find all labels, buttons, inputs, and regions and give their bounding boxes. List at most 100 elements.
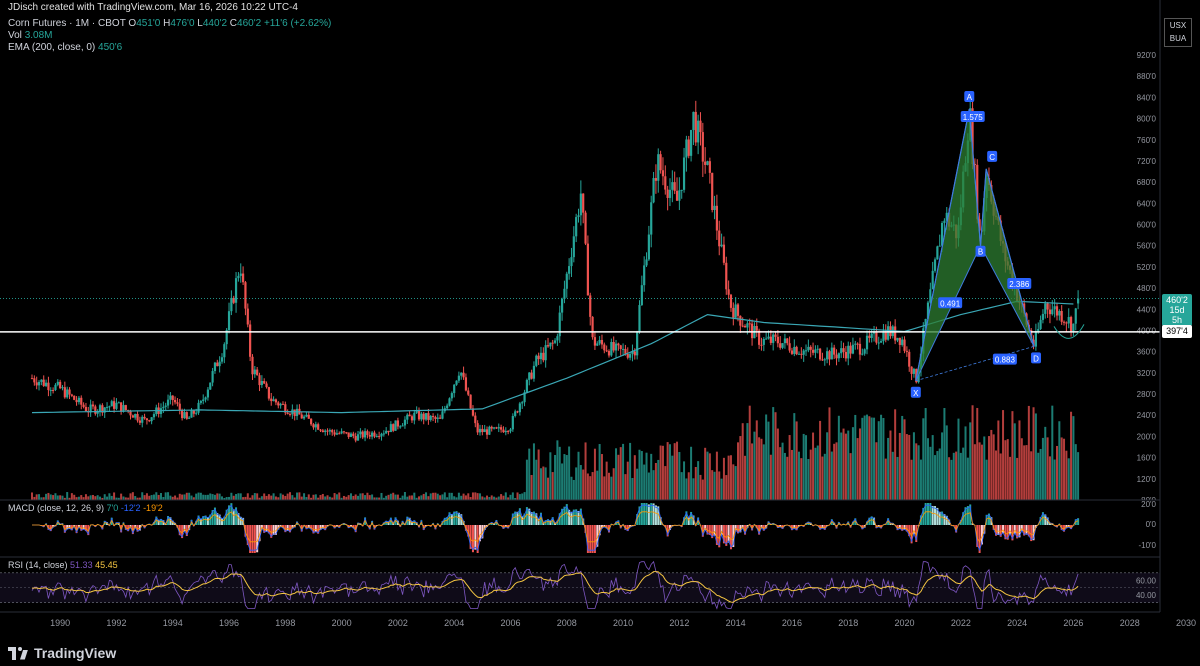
candle-body <box>117 402 120 404</box>
brand-name: TradingView <box>34 645 117 661</box>
candle-body <box>359 431 362 435</box>
candle-body <box>790 350 794 354</box>
candle-body <box>91 404 95 407</box>
volume-bar <box>425 492 428 500</box>
volume-bar <box>647 472 650 500</box>
macd-hist-bar <box>253 525 256 553</box>
candle-body <box>56 381 59 385</box>
macd-hist-bar <box>997 525 1000 535</box>
volume-bar <box>741 423 744 500</box>
volume-bar <box>134 496 137 500</box>
time-axis-label: 2014 <box>726 618 746 628</box>
candle-body <box>509 429 512 432</box>
candle-body <box>356 434 360 441</box>
candle-body <box>722 244 726 263</box>
candle-body <box>143 416 146 419</box>
volume-bar <box>762 444 765 500</box>
candle-body <box>209 382 212 390</box>
volume-bar <box>631 477 634 500</box>
candle-body <box>750 323 754 339</box>
candle-body <box>718 230 721 247</box>
volume-bar <box>645 452 648 500</box>
candle-body <box>842 348 845 352</box>
price-axis-label: 400'0 <box>1137 326 1157 335</box>
candle-body <box>828 351 831 360</box>
volume-bar <box>544 467 547 500</box>
candle-body <box>340 431 343 434</box>
candle-body <box>1062 321 1066 323</box>
volume-bar <box>776 428 779 500</box>
volume-legend: Vol 3.08M <box>8 30 52 41</box>
candle-body <box>427 413 430 420</box>
volume-bar <box>197 492 200 500</box>
candle-body <box>933 259 937 271</box>
candle-body <box>779 343 782 348</box>
candle-body <box>204 397 207 400</box>
volume-bar <box>779 447 782 500</box>
chart-canvas[interactable]: 920'0 880'0 840'0 800'0 760'0 720'0 680'0 640'0… <box>0 0 1200 640</box>
candle-body <box>77 397 81 403</box>
macd-label: MACD (close, 12, 26, 9) <box>8 503 105 513</box>
candle-body <box>457 375 460 381</box>
candle-body <box>216 362 219 367</box>
volume-bar <box>385 495 388 500</box>
volume-bar <box>739 436 742 500</box>
volume-bar <box>108 493 111 500</box>
candle-body <box>75 399 78 403</box>
volume-bar <box>751 443 754 500</box>
rsi-value: 51.33 <box>70 560 93 570</box>
volume-bar <box>823 453 826 500</box>
candle-body <box>896 337 899 341</box>
volume-bar <box>420 495 423 500</box>
candle-body <box>612 341 615 351</box>
candle-body <box>227 311 231 331</box>
volume-bar <box>169 495 172 500</box>
candle-body <box>903 339 906 351</box>
volume-bar <box>619 447 622 500</box>
volume-bar <box>516 492 519 500</box>
volume-bar <box>1034 413 1037 500</box>
volume-bar <box>289 492 292 500</box>
candle-body <box>396 420 400 427</box>
candle-body <box>1065 322 1068 324</box>
candle-body <box>317 424 320 430</box>
time-axis-label: 2006 <box>500 618 520 628</box>
volume-bar <box>819 420 822 500</box>
volume-bar <box>281 494 284 500</box>
volume-bar <box>816 445 819 500</box>
candle-body <box>455 380 458 385</box>
candle-body <box>188 417 191 419</box>
tradingview-logo[interactable]: TradingView <box>8 645 116 661</box>
candle-body <box>324 430 327 433</box>
volume-bar <box>298 492 301 500</box>
currency-bua-button[interactable]: BUA <box>1164 32 1192 47</box>
candle-body <box>711 172 714 210</box>
volume-bar <box>908 434 911 500</box>
volume-bar <box>174 495 177 500</box>
candle-body <box>417 410 421 420</box>
candle-body <box>474 415 477 424</box>
volume-bar <box>582 469 585 500</box>
candle-body <box>162 406 165 409</box>
volume-bar <box>971 405 974 500</box>
candle-body <box>1053 306 1056 310</box>
candle-body <box>272 399 275 402</box>
volume-bar <box>713 471 716 500</box>
volume-bar <box>486 495 489 500</box>
candle-body <box>605 350 608 352</box>
volume-bar <box>1011 411 1014 500</box>
candle-body <box>63 387 66 398</box>
macd-hist-bar <box>652 503 655 525</box>
volume-bar <box>725 475 728 500</box>
candle-body <box>178 403 181 411</box>
current-price-value: 460'2 <box>1166 295 1188 305</box>
candle-body <box>490 426 493 429</box>
candle-body <box>249 324 252 357</box>
macd-hist-bar <box>650 503 653 525</box>
candle-body <box>537 355 540 360</box>
volume-bar <box>145 493 148 500</box>
volume-bar <box>821 456 824 500</box>
candle-body <box>483 429 486 433</box>
volume-bar <box>842 428 845 500</box>
volume-bar <box>1055 445 1058 500</box>
